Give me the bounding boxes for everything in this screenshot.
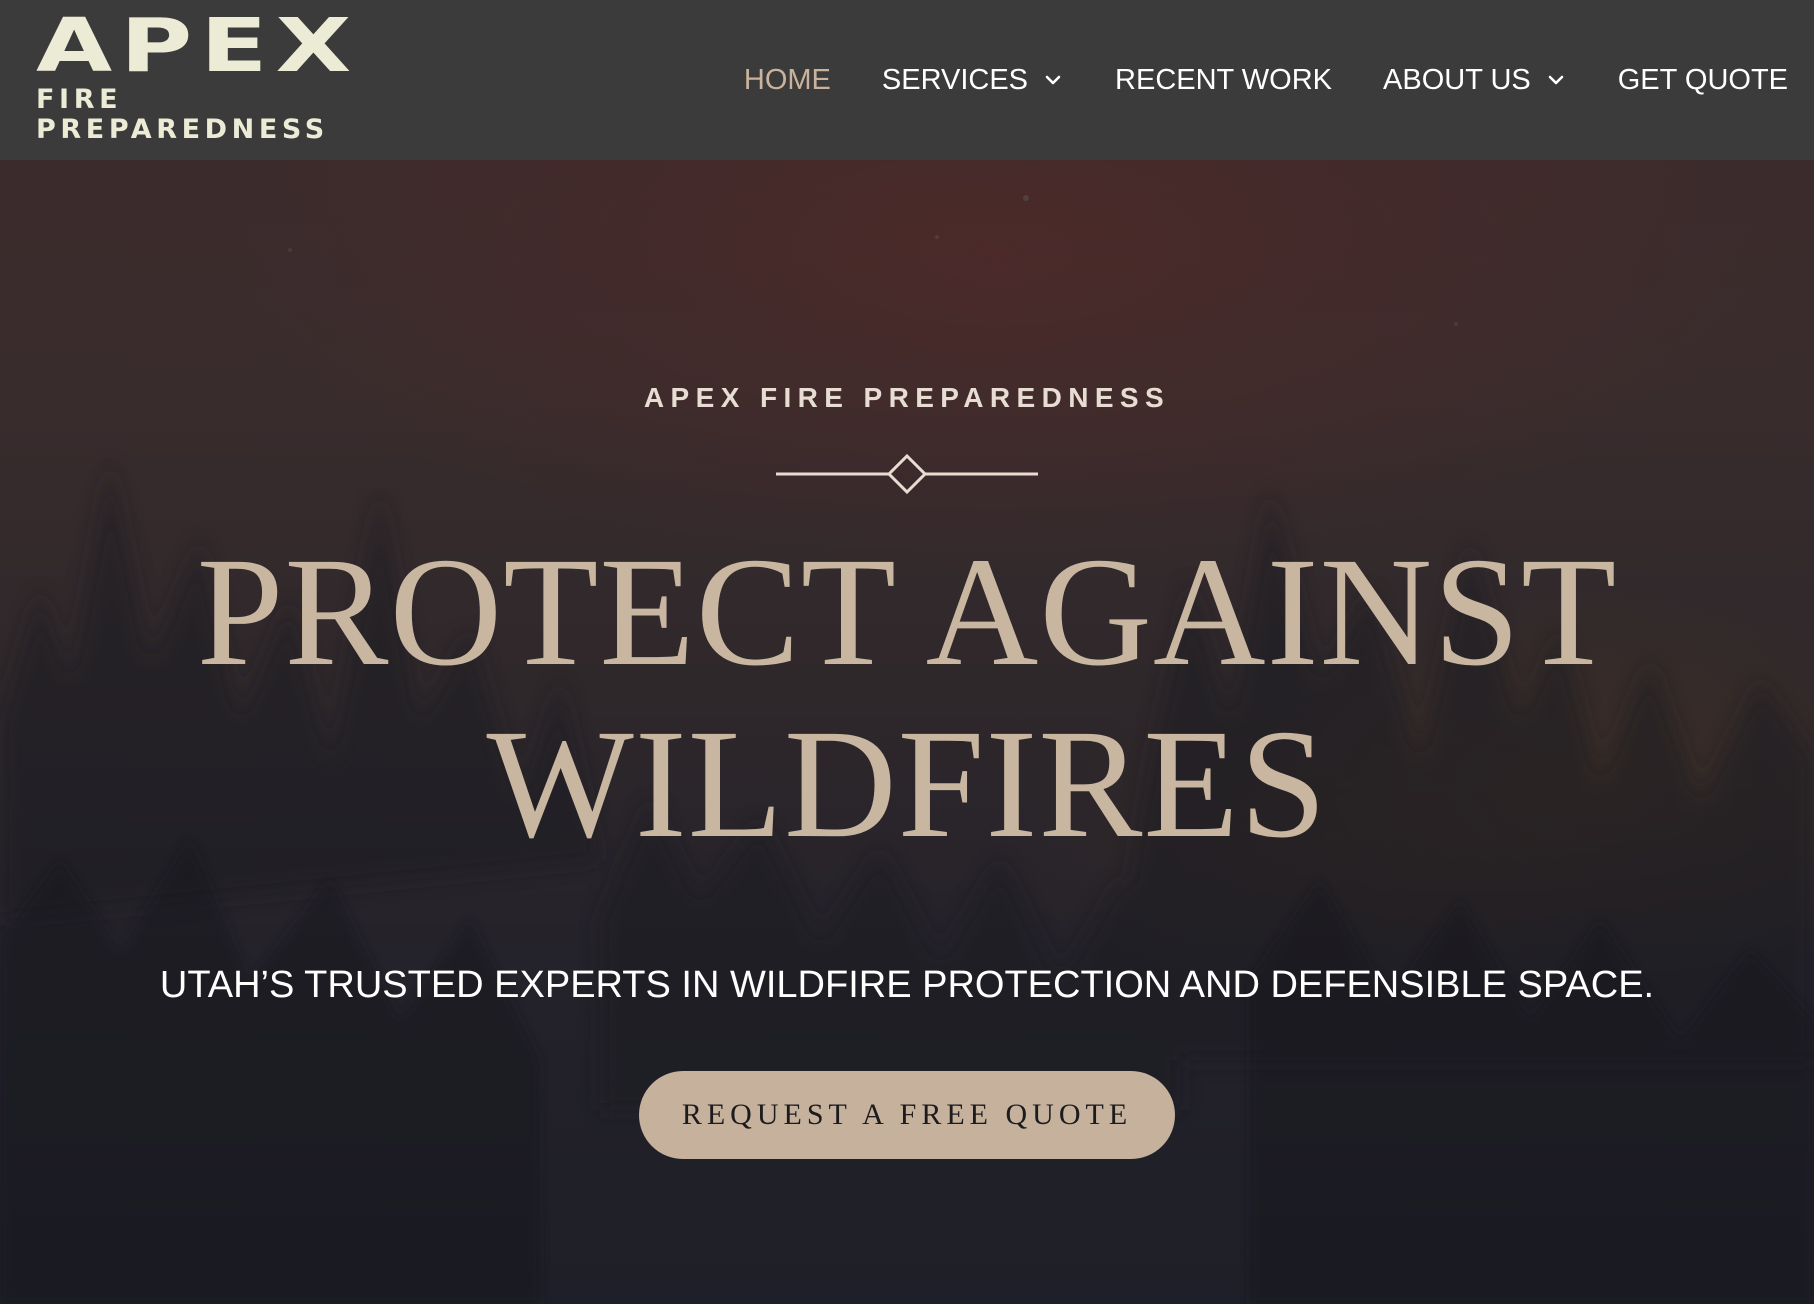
site-header: APEX FIRE PREPAREDNESS HOME SERVICES REC… [0, 0, 1814, 160]
logo-subtitle: FIRE PREPAREDNESS [36, 84, 329, 145]
logo-wordmark: APEX [36, 3, 360, 89]
nav-item-home[interactable]: HOME [744, 64, 831, 97]
hero-headline-line2: WILDFIRES [486, 697, 1328, 870]
nav-item-recent-work[interactable]: RECENT WORK [1115, 64, 1332, 97]
hero-headline-line1: PROTECT AGAINST [196, 525, 1618, 698]
hero-tagline: UTAH’S TRUSTED EXPERTS IN WILDFIRE PROTE… [159, 964, 1655, 1006]
chevron-down-icon[interactable] [1042, 69, 1064, 91]
nav-item-label: HOME [743, 63, 831, 96]
chevron-down-icon[interactable] [1545, 69, 1567, 91]
request-quote-button[interactable]: REQUEST A FREE QUOTE [639, 1071, 1175, 1159]
nav-item-services[interactable]: SERVICES [882, 64, 1064, 97]
hero-section: APEX FIRE PREPAREDNESS PROTECT AGAINST W… [0, 160, 1814, 1304]
page: APEX FIRE PREPAREDNESS HOME SERVICES REC… [0, 0, 1814, 1304]
nav-item-label: ABOUT US [1383, 63, 1531, 96]
nav-item-about-us[interactable]: ABOUT US [1383, 64, 1567, 97]
diamond-divider-icon [776, 453, 1038, 495]
hero-eyebrow: APEX FIRE PREPAREDNESS [643, 382, 1171, 413]
main-nav: HOME SERVICES RECENT WORK ABOUT US GET Q… [744, 0, 1788, 160]
logo[interactable]: APEX FIRE PREPAREDNESS [36, 3, 416, 145]
nav-item-label: SERVICES [881, 63, 1029, 96]
hero-headline: PROTECT AGAINST WILDFIRES [107, 526, 1707, 870]
nav-item-label: GET QUOTE [1617, 63, 1788, 96]
hero-content: APEX FIRE PREPAREDNESS PROTECT AGAINST W… [0, 160, 1814, 1304]
request-quote-button-label: REQUEST A FREE QUOTE [681, 1098, 1133, 1131]
nav-item-get-quote[interactable]: GET QUOTE [1618, 64, 1788, 97]
nav-item-label: RECENT WORK [1115, 63, 1333, 96]
